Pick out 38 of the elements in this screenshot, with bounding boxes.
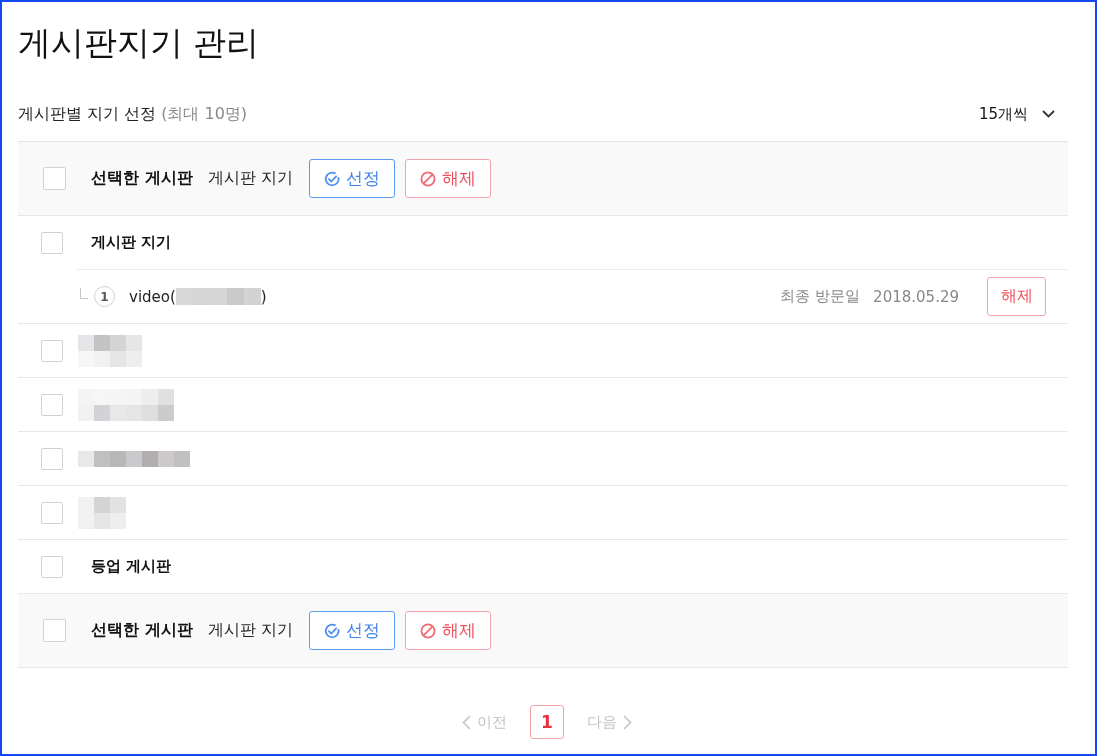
max-count-note: (최대 10명) xyxy=(161,103,248,125)
checkbox[interactable] xyxy=(43,619,66,642)
closing-parenthesis: ) xyxy=(260,287,267,306)
checkbox[interactable] xyxy=(41,555,63,578)
chevron-left-icon xyxy=(462,714,471,730)
section-title: 게시판별 지기 선정 xyxy=(18,103,157,125)
release-button[interactable]: 해제 xyxy=(404,611,491,650)
checkbox[interactable] xyxy=(41,231,63,254)
last-visit-label: 최종 방문일 xyxy=(780,287,861,306)
last-visit-date: 2018.05.29 xyxy=(873,287,959,306)
select-button[interactable]: 선정 xyxy=(308,159,395,198)
page-title: 게시판지기 관리 xyxy=(18,22,260,64)
board-name: 등업 게시판 xyxy=(91,557,172,576)
checkbox[interactable] xyxy=(41,447,63,470)
page-size-dropdown[interactable]: 15개씩 xyxy=(978,104,1055,124)
page-number-button[interactable]: 1 xyxy=(530,705,564,739)
select-button[interactable]: 선정 xyxy=(308,611,395,650)
tree-branch-icon xyxy=(80,288,88,299)
check-circle-icon xyxy=(323,170,340,187)
prohibit-icon xyxy=(419,622,436,639)
chevron-down-icon xyxy=(1042,110,1055,118)
release-button[interactable]: 해제 xyxy=(404,159,491,198)
check-circle-icon xyxy=(323,622,340,639)
checkbox[interactable] xyxy=(41,501,63,524)
manager-name: video( xyxy=(129,287,176,306)
chevron-right-icon xyxy=(623,714,632,730)
release-button[interactable]: 해제 xyxy=(987,277,1046,316)
checkbox[interactable] xyxy=(41,339,63,362)
selected-boards-label: 선택한 게시판 xyxy=(91,620,193,641)
checkbox[interactable] xyxy=(41,393,63,416)
role-label: 게시판 지기 xyxy=(207,168,293,189)
checkbox[interactable] xyxy=(43,167,66,190)
selected-boards-label: 선택한 게시판 xyxy=(91,168,193,189)
board-name: 게시판 지기 xyxy=(91,233,172,252)
pixelated-block xyxy=(78,334,142,367)
role-label: 게시판 지기 xyxy=(207,620,293,641)
pixelated-block xyxy=(78,496,126,529)
prohibit-icon xyxy=(419,170,436,187)
